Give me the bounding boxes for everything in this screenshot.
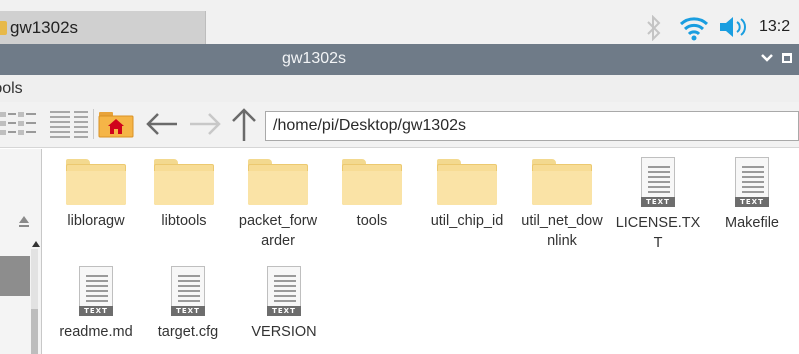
folder-icon: [248, 159, 308, 205]
menu-item-tools-label: ools: [0, 80, 23, 97]
file-name: util_net_dow nlink: [521, 213, 603, 249]
file-name: Makefile: [725, 215, 779, 231]
window-title: gw1302s: [281, 50, 347, 67]
file-name: target.cfg: [157, 324, 219, 340]
file-name: libtools: [161, 213, 207, 229]
file-item-liblorag[interactable]: libloragw: [47, 153, 145, 231]
forward-arrow-icon[interactable]: [188, 112, 222, 136]
file-item-util-chip-id[interactable]: util_chip_id: [418, 153, 516, 231]
wifi-icon[interactable]: [679, 14, 709, 42]
file-item-makefile[interactable]: TEXT Makefile: [703, 152, 799, 233]
up-arrow-icon[interactable]: [231, 108, 257, 142]
path-input[interactable]: [266, 112, 798, 140]
volume-icon[interactable]: [718, 16, 748, 38]
chevron-down-icon[interactable]: [760, 53, 774, 63]
menu-item-tools[interactable]: )ools: [0, 80, 23, 98]
taskbar-window-button[interactable]: gw1302s: [0, 11, 206, 44]
file-name: VERSION: [251, 324, 317, 340]
file-name: util_chip_id: [430, 213, 504, 229]
text-file-icon: TEXT: [641, 157, 675, 207]
system-taskbar: gw1302s 13:2: [0, 0, 799, 44]
maximize-icon[interactable]: [782, 53, 792, 63]
file-item-readme-md[interactable]: TEXT readme.md: [47, 261, 145, 342]
folder-icon: [532, 159, 592, 205]
folder-icon: [342, 159, 402, 205]
folder-icon: [0, 21, 7, 35]
path-bar[interactable]: [265, 111, 799, 141]
file-view: libloragw libtools packet_forw arder tool…: [43, 149, 799, 354]
window-titlebar[interactable]: gw1302s: [0, 44, 799, 75]
file-item-packet-forwarder[interactable]: packet_forw arder: [229, 153, 327, 251]
file-name: LICENSE.TX T: [615, 215, 701, 251]
folder-icon: [66, 159, 126, 205]
toolbar-separator: [93, 109, 94, 139]
file-name: readme.md: [59, 324, 133, 340]
file-name: packet_forw arder: [238, 213, 318, 249]
text-file-icon: TEXT: [735, 157, 769, 207]
back-arrow-icon[interactable]: [145, 112, 179, 136]
text-file-icon: TEXT: [171, 266, 205, 316]
side-pane: [0, 149, 42, 354]
file-name: libloragw: [67, 213, 125, 229]
folder-icon: [154, 159, 214, 205]
file-item-license-txt[interactable]: TEXT LICENSE.TX T: [609, 152, 707, 253]
side-pane-scroll-thumb[interactable]: [31, 309, 38, 354]
file-item-version[interactable]: TEXT VERSION: [235, 261, 333, 342]
menu-bar: )ools: [0, 75, 799, 102]
file-item-target-cfg[interactable]: TEXT target.cfg: [139, 261, 237, 342]
clock[interactable]: 13:2: [759, 18, 790, 36]
file-name: tools: [356, 213, 388, 229]
icon-view-icon[interactable]: [0, 109, 40, 139]
text-file-icon: TEXT: [79, 266, 113, 316]
file-item-util-net-downlink[interactable]: util_net_dow nlink: [513, 153, 611, 251]
taskbar-window-label: gw1302s: [10, 18, 79, 37]
system-tray: 13:2: [619, 11, 799, 44]
list-view-icon[interactable]: [50, 109, 90, 139]
side-pane-selected-item[interactable]: [0, 256, 30, 296]
scroll-up-arrow-icon[interactable]: [32, 241, 40, 247]
toolbar: [0, 102, 799, 148]
file-item-tools[interactable]: tools: [323, 153, 421, 231]
folder-icon: [437, 159, 497, 205]
scroll-up-icon[interactable]: [18, 215, 30, 227]
text-file-icon: TEXT: [267, 266, 301, 316]
bluetooth-icon[interactable]: [646, 15, 662, 41]
home-folder-icon[interactable]: [97, 108, 135, 139]
file-item-libtools[interactable]: libtools: [135, 153, 233, 231]
